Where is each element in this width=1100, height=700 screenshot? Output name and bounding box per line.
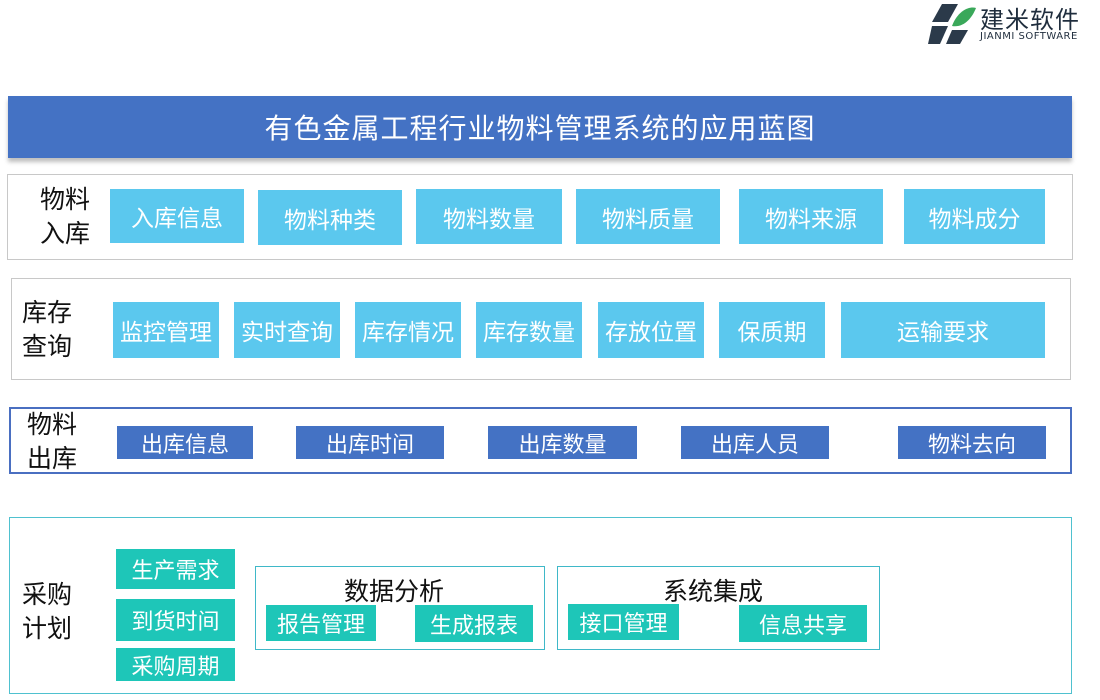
brand-english-name: JIANMI SOFTWARE	[980, 31, 1078, 42]
inbound-item: 物料种类	[258, 190, 402, 245]
data-analysis-item: 报告管理	[266, 605, 376, 641]
outbound-item: 出库人员	[681, 426, 829, 459]
inbound-item: 物料质量	[576, 189, 720, 244]
purchase-item: 到货时间	[116, 599, 235, 641]
outbound-item: 出库时间	[296, 426, 444, 459]
purchase-item: 采购周期	[116, 648, 235, 681]
system-integration-item: 信息共享	[739, 605, 867, 642]
outbound-item: 物料去向	[898, 426, 1046, 459]
outbound-label: 物料 出库	[27, 410, 78, 473]
inventory-item: 保质期	[719, 302, 825, 358]
system-integration-item: 接口管理	[568, 604, 679, 640]
data-analysis-item: 生成报表	[415, 605, 533, 642]
brand-name: 建米软件	[980, 6, 1080, 34]
inventory-item: 实时查询	[234, 302, 340, 358]
brand-logo: 建米软件 JIANMI SOFTWARE	[922, 0, 1100, 48]
inventory-label: 库存 查询	[22, 298, 73, 361]
inbound-item: 物料来源	[739, 189, 883, 244]
outbound-item: 出库信息	[117, 426, 253, 459]
data-analysis-title: 数据分析	[344, 577, 445, 606]
inbound-item: 入库信息	[110, 189, 244, 243]
purchase-label: 采购 计划	[22, 580, 73, 643]
jianmi-logo-icon	[928, 4, 976, 44]
inventory-item: 存放位置	[598, 302, 704, 358]
system-integration-title: 系统集成	[663, 577, 764, 606]
inventory-item: 库存情况	[355, 302, 461, 358]
page-title: 有色金属工程行业物料管理系统的应用蓝图	[8, 96, 1072, 158]
purchase-item: 生产需求	[116, 549, 235, 589]
inventory-item: 运输要求	[841, 302, 1045, 358]
outbound-item: 出库数量	[488, 426, 637, 459]
inventory-item: 库存数量	[476, 302, 582, 358]
inbound-label: 物料 入库	[40, 185, 91, 248]
inbound-item: 物料数量	[416, 189, 562, 244]
inbound-item: 物料成分	[904, 189, 1045, 244]
inventory-item: 监控管理	[113, 302, 219, 358]
